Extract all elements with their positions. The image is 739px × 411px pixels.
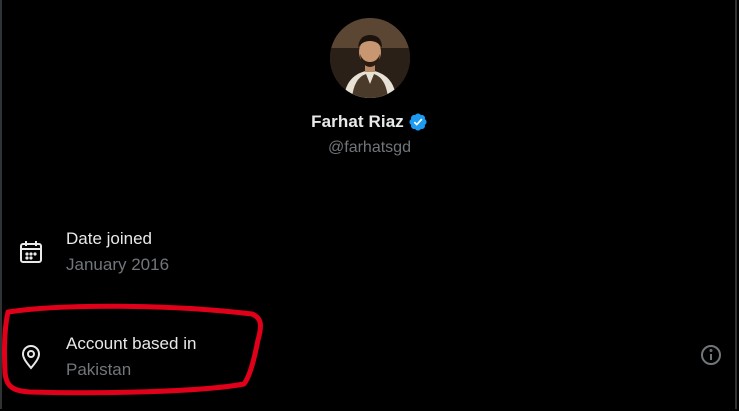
account-location-value: Pakistan xyxy=(66,360,132,379)
date-joined-value: January 2016 xyxy=(66,255,170,274)
verified-badge-icon[interactable] xyxy=(408,112,428,132)
calendar-icon xyxy=(18,239,44,265)
account-location-row: Account based in Pakistan xyxy=(0,332,739,384)
avatar[interactable] xyxy=(330,18,410,98)
date-joined-row: Date joined January 2016 xyxy=(0,227,739,279)
date-joined-label: Date joined xyxy=(66,229,153,248)
info-icon[interactable] xyxy=(700,344,722,366)
account-location-label: Account based in xyxy=(66,334,197,353)
profile-handle[interactable]: @farhatsgd xyxy=(0,139,739,157)
profile-name-row: Farhat Riaz xyxy=(0,110,739,134)
display-name[interactable]: Farhat Riaz xyxy=(311,112,404,132)
location-pin-icon xyxy=(18,344,44,370)
